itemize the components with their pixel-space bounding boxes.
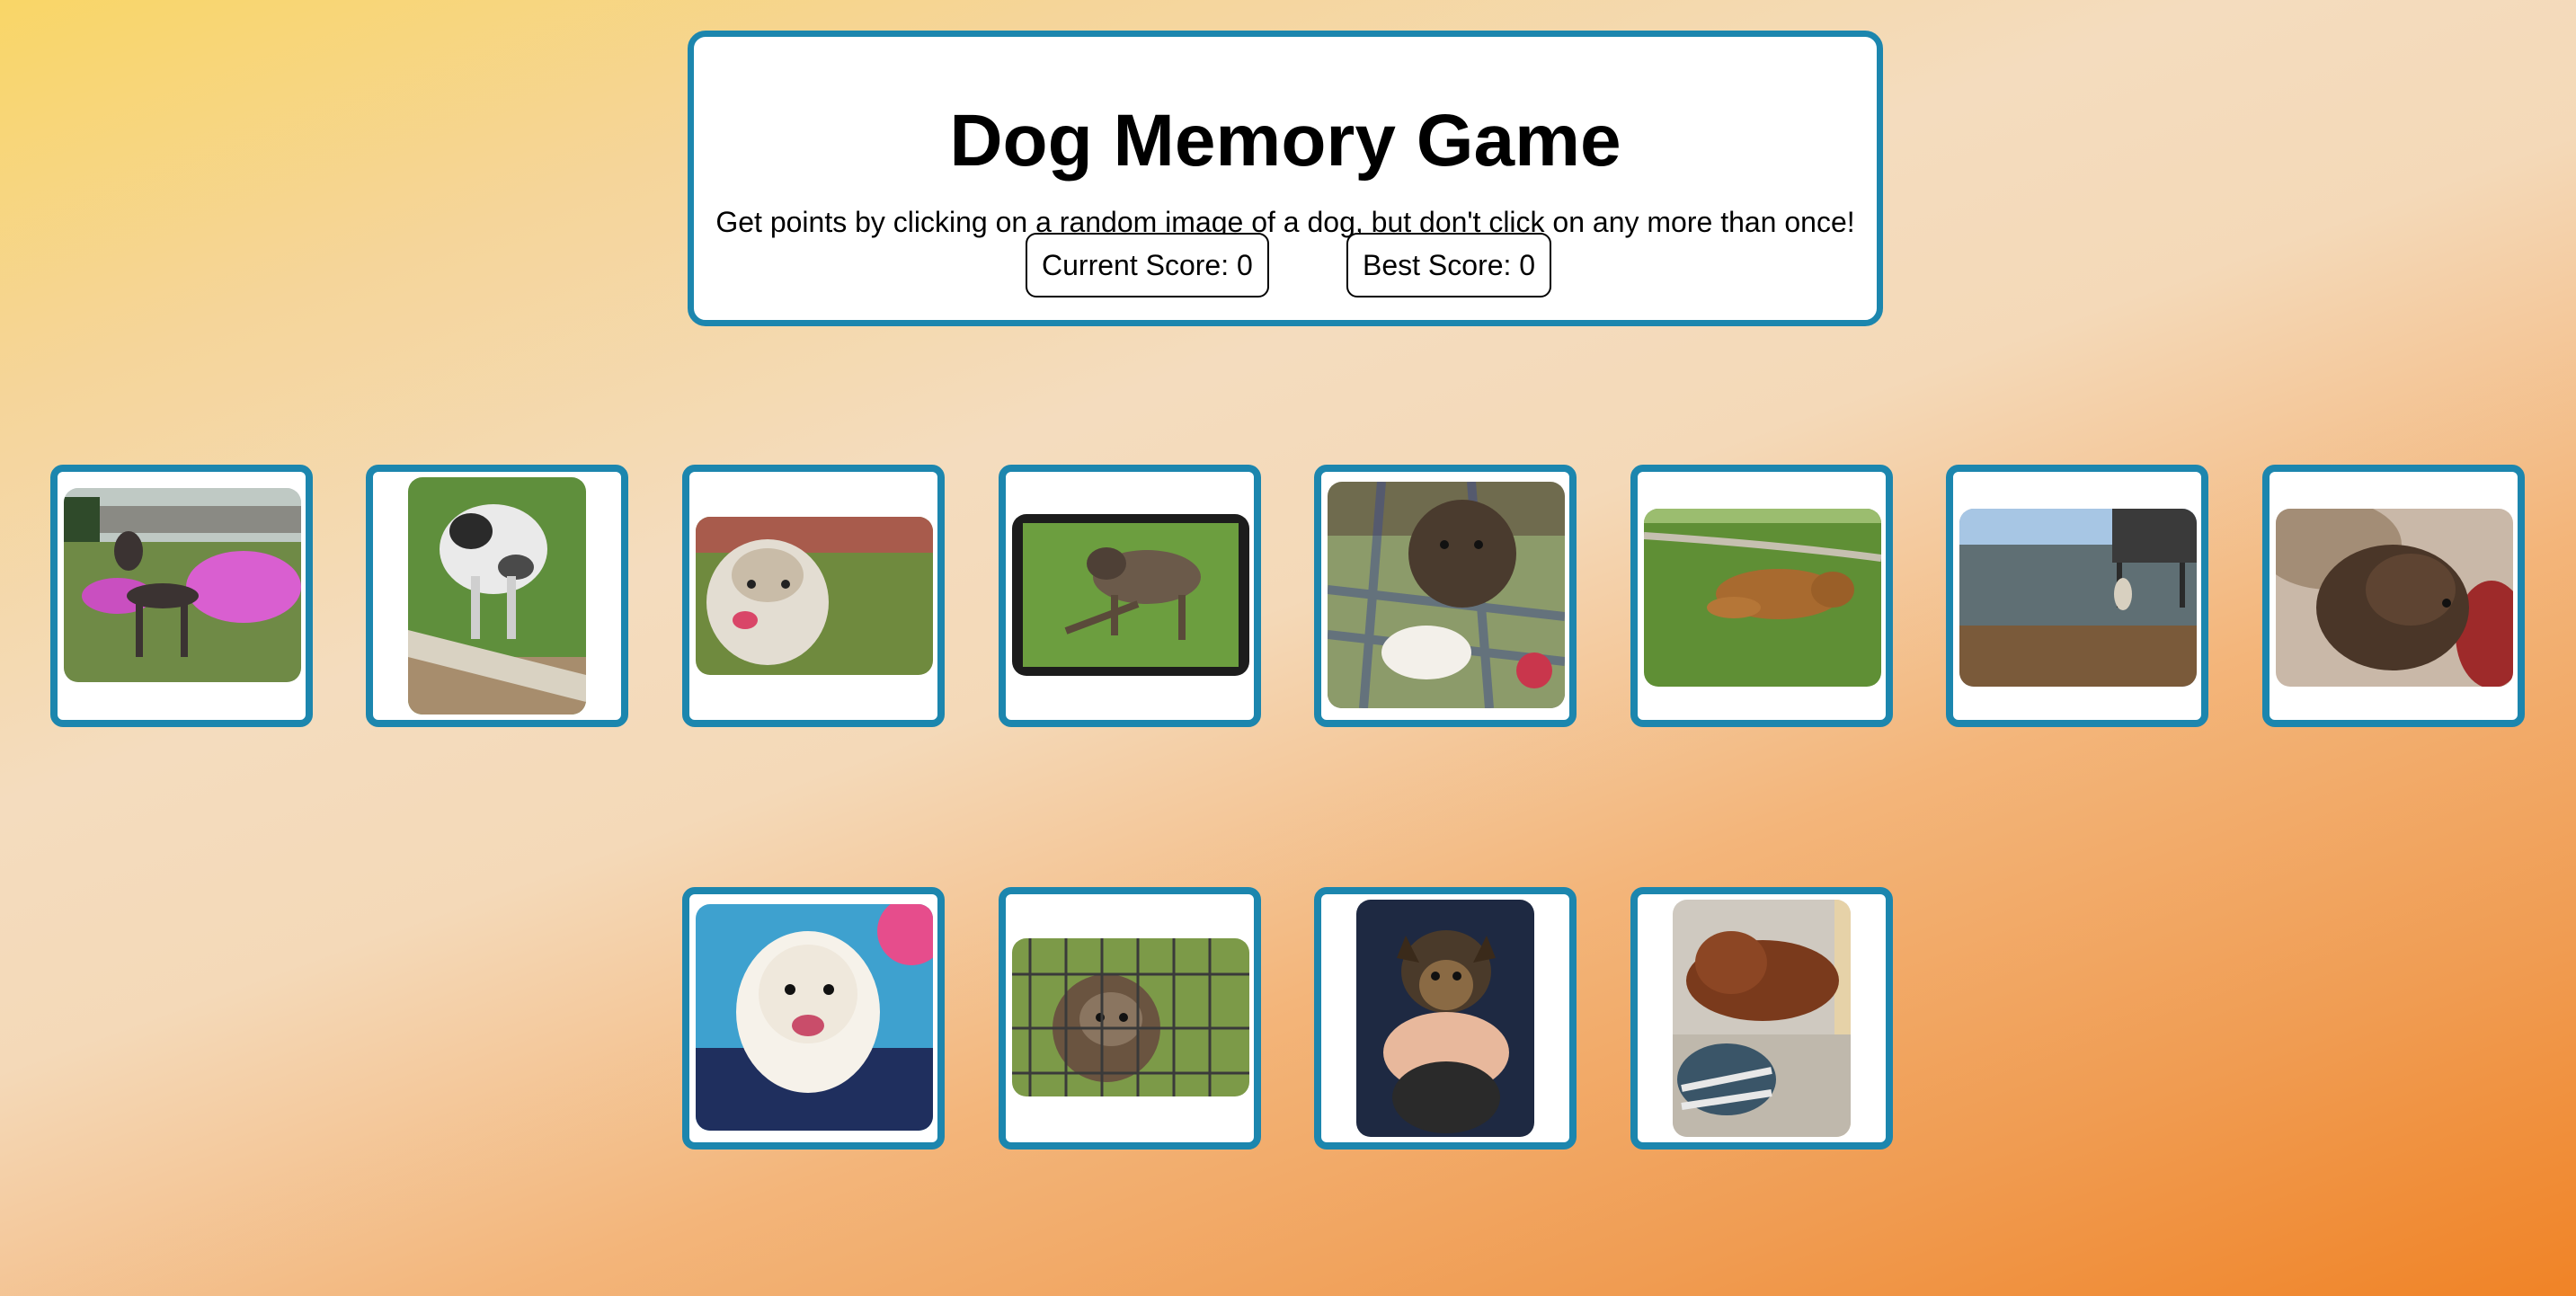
dog-card-9[interactable] xyxy=(682,887,945,1150)
instructions-text: Get points by clicking on a random image… xyxy=(715,206,1855,238)
dog-photo xyxy=(408,477,586,715)
dog-card-10[interactable] xyxy=(999,887,1261,1150)
dog-photo xyxy=(64,488,301,682)
dog-card-12[interactable] xyxy=(1630,887,1893,1150)
dog-photo xyxy=(1012,938,1249,1096)
dog-photo xyxy=(1356,900,1534,1137)
dog-photo xyxy=(1328,482,1565,708)
dog-card-3[interactable] xyxy=(682,465,945,727)
dog-photo xyxy=(2276,509,2513,687)
game-header: Dog Memory Game Get points by clicking o… xyxy=(688,31,1883,326)
dog-card-7[interactable] xyxy=(1946,465,2208,727)
page-title: Dog Memory Game xyxy=(949,100,1621,182)
dog-card-8[interactable] xyxy=(2262,465,2525,727)
dog-card-5[interactable] xyxy=(1314,465,1577,727)
dog-photo xyxy=(1644,509,1881,687)
dog-photo xyxy=(1012,514,1249,676)
dog-card-11[interactable] xyxy=(1314,887,1577,1150)
dog-photo xyxy=(696,904,933,1131)
current-score-badge: Current Score: 0 xyxy=(1026,233,1269,297)
dog-card-4[interactable] xyxy=(999,465,1261,727)
dog-card-6[interactable] xyxy=(1630,465,1893,727)
dog-photo xyxy=(696,517,933,675)
dog-photo xyxy=(1673,900,1851,1137)
dog-card-2[interactable] xyxy=(366,465,628,727)
best-score-badge: Best Score: 0 xyxy=(1346,233,1552,297)
dog-photo xyxy=(1959,509,2197,687)
dog-card-1[interactable] xyxy=(50,465,313,727)
